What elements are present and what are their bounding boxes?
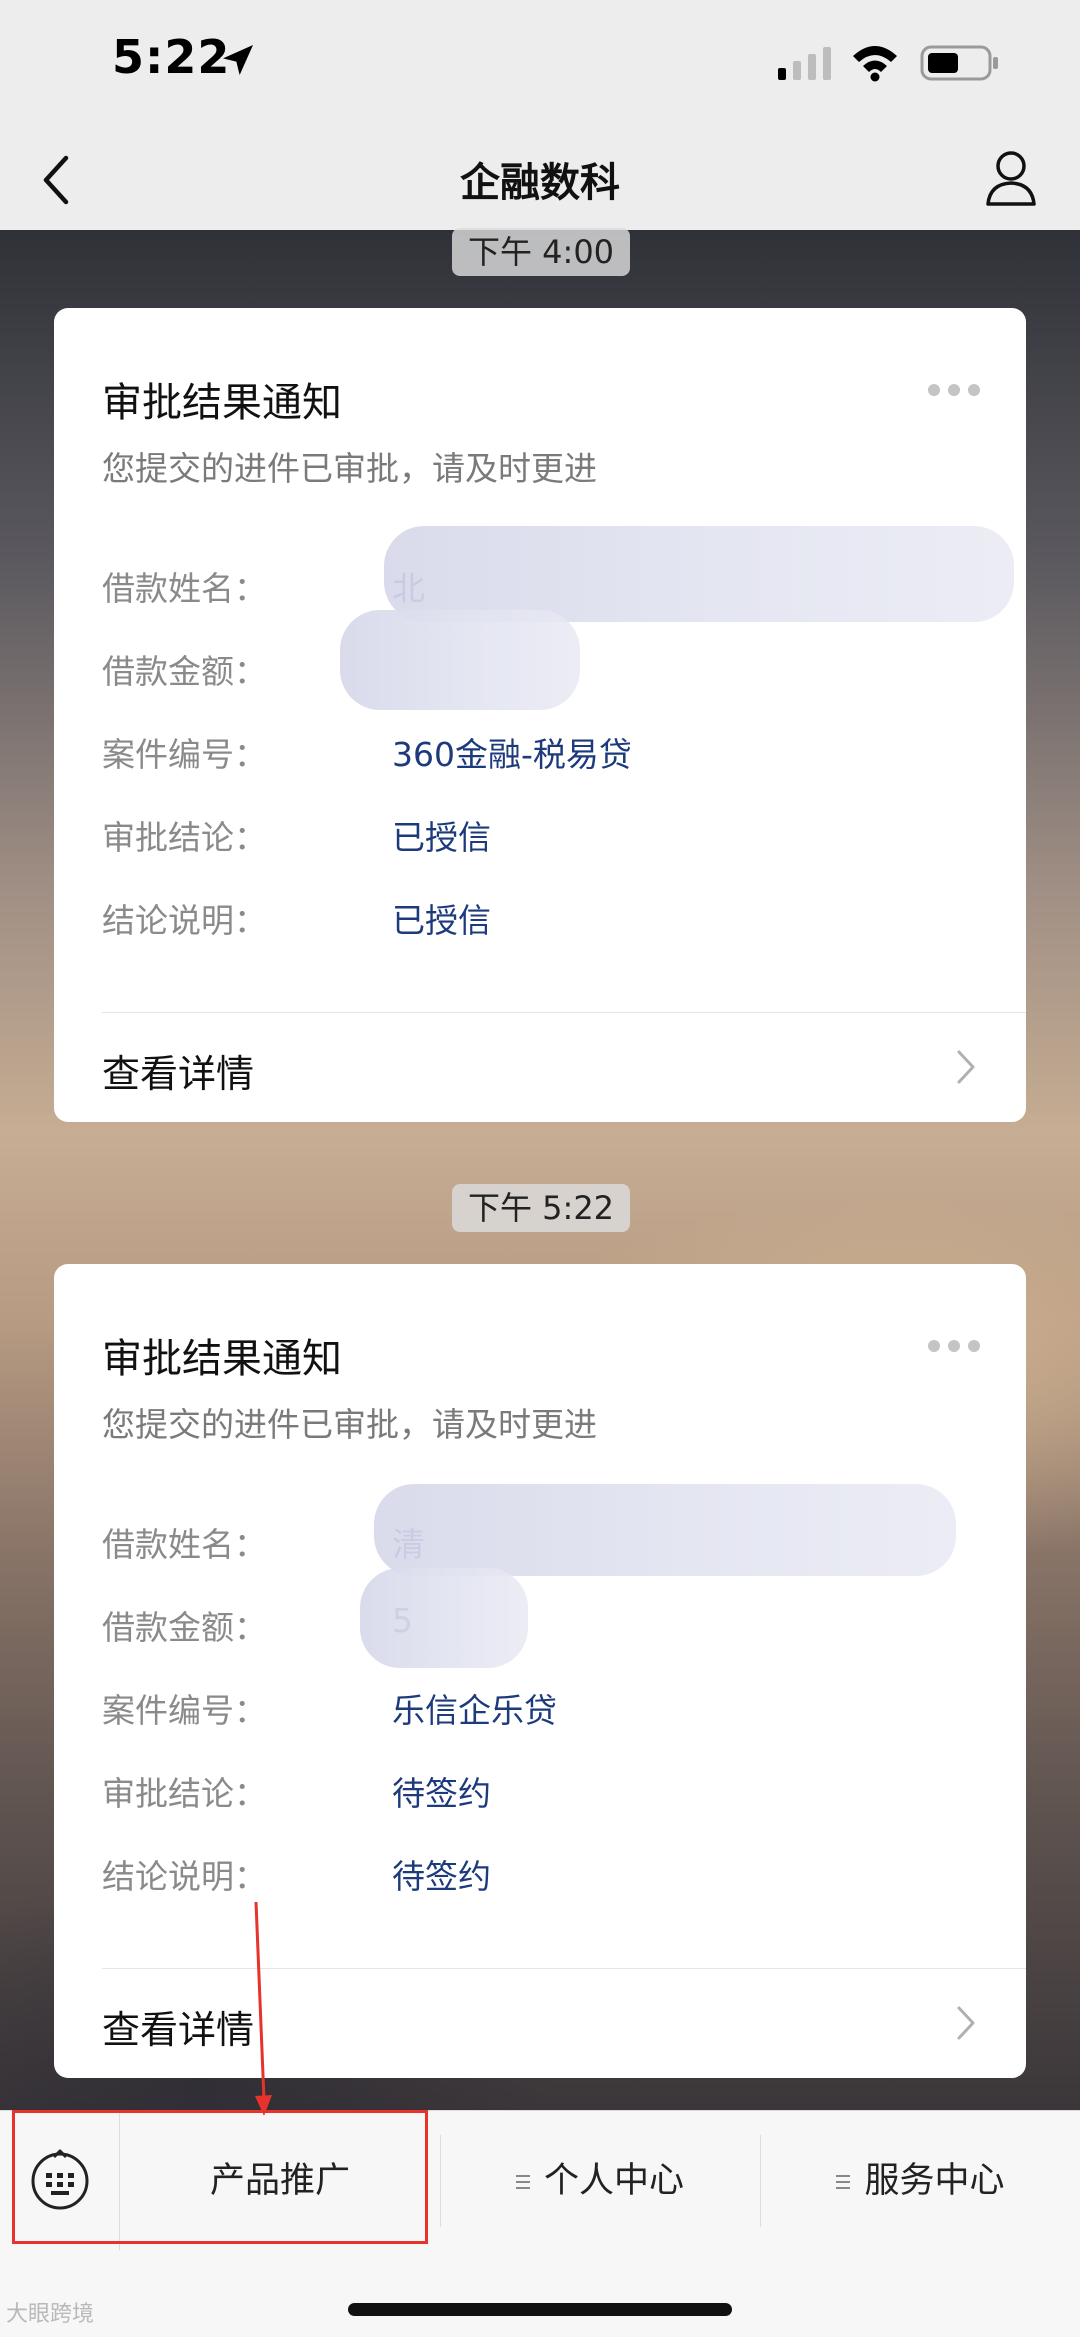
- field-label: 借款姓名：: [102, 569, 267, 608]
- redaction-blur: [340, 610, 580, 710]
- field-label: 借款金额：: [102, 1608, 267, 1647]
- battery-icon: [920, 45, 998, 81]
- menu-item-label: 服务中心: [864, 2161, 1005, 2201]
- field-label: 结论说明：: [102, 1857, 267, 1896]
- menu-item-personal-center[interactable]: 个人中心: [441, 2111, 759, 2251]
- field-label: 审批结论：: [102, 1774, 267, 1813]
- field-label: 案件编号：: [102, 1691, 267, 1730]
- cellular-signal-icon: [778, 47, 831, 80]
- redaction-blur: [360, 1568, 528, 1668]
- field-value: 待签约: [392, 1857, 491, 1896]
- card-subtitle: 您提交的进件已审批，请及时更进: [102, 449, 597, 488]
- field-label: 审批结论：: [102, 818, 267, 857]
- nav-bar: 企融数科: [0, 130, 1080, 230]
- field-value: 待签约: [392, 1774, 491, 1813]
- chevron-right-icon: [957, 1050, 975, 1084]
- card-title: 审批结果通知: [102, 1336, 342, 1382]
- chevron-right-icon: [957, 2006, 975, 2040]
- field-value: 360金融-税易贷: [392, 735, 632, 774]
- page-title: 企融数科: [460, 160, 620, 206]
- watermark: 大眼跨境: [6, 2302, 95, 2327]
- submenu-lines-icon: [515, 2175, 530, 2189]
- approval-card: 审批结果通知 您提交的进件已审批，请及时更进 借款姓名： 清 借款金额： 5 案…: [54, 1264, 1026, 2078]
- field-loan-amount: 借款金额： 5: [102, 1601, 982, 1651]
- location-arrow-icon: [223, 45, 253, 75]
- field-result-note: 结论说明： 已授信: [102, 894, 982, 944]
- status-bar: 5:22: [0, 0, 1080, 130]
- field-label: 结论说明：: [102, 901, 267, 940]
- annotation-arrow-icon: [254, 1901, 272, 2116]
- field-label: 借款金额：: [102, 652, 267, 691]
- field-case-number: 案件编号： 360金融-税易贷: [102, 728, 982, 778]
- submenu-lines-icon: [836, 2175, 851, 2189]
- field-label: 借款姓名：: [102, 1525, 267, 1564]
- field-value: 已授信: [392, 901, 491, 940]
- view-details-label: 查看详情: [102, 2008, 255, 2052]
- field-value: 乐信企乐贷: [392, 1691, 557, 1730]
- field-approval-result: 审批结论： 已授信: [102, 811, 982, 861]
- view-details-link[interactable]: 查看详情: [54, 1013, 1026, 1122]
- home-indicator-area: 大眼跨境: [0, 2250, 1080, 2337]
- menu-item-label: 个人中心: [543, 2161, 684, 2201]
- more-options-icon[interactable]: [926, 1336, 982, 1356]
- menu-item-service-center[interactable]: 服务中心: [761, 2111, 1080, 2251]
- redaction-blur: [374, 1484, 956, 1576]
- wifi-icon: [853, 46, 897, 82]
- redaction-blur: [384, 526, 1014, 622]
- card-title: 审批结果通知: [102, 380, 342, 426]
- more-options-icon[interactable]: [926, 380, 982, 400]
- field-value: 已授信: [392, 818, 491, 857]
- field-approval-result: 审批结论： 待签约: [102, 1767, 982, 1817]
- home-indicator[interactable]: [348, 2303, 732, 2316]
- field-case-number: 案件编号： 乐信企乐贷: [102, 1684, 982, 1734]
- message-time: 下午 5:22: [452, 1184, 631, 1232]
- card-subtitle: 您提交的进件已审批，请及时更进: [102, 1405, 597, 1444]
- field-label: 案件编号：: [102, 735, 267, 774]
- approval-card: 审批结果通知 您提交的进件已审批，请及时更进 借款姓名： 北 借款金额： 案件编…: [54, 308, 1026, 1122]
- status-time: 5:22: [112, 30, 231, 84]
- annotation-highlight-box: [12, 2110, 428, 2244]
- view-details-label: 查看详情: [102, 1052, 255, 1096]
- message-time: 下午 4:00: [452, 228, 631, 276]
- user-icon[interactable]: [984, 148, 1038, 208]
- field-result-note: 结论说明： 待签约: [102, 1850, 982, 1900]
- view-details-link[interactable]: 查看详情: [54, 1969, 1026, 2078]
